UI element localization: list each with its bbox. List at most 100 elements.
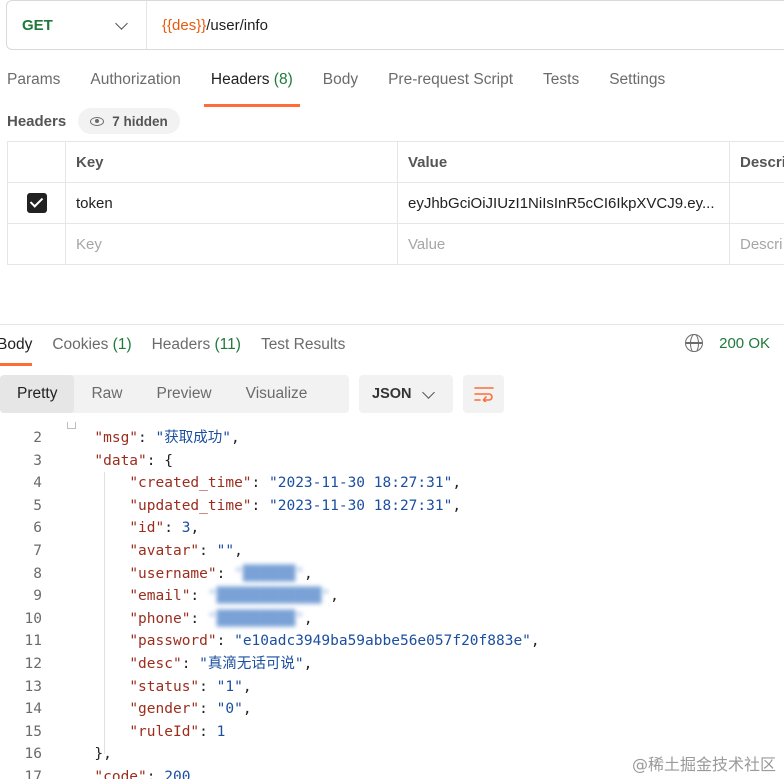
new-description-input[interactable]: Descri xyxy=(729,223,784,265)
json-key: "updated_time" xyxy=(129,497,252,514)
json-value: "获取成功" xyxy=(155,430,231,446)
value-column-header: Value xyxy=(397,141,730,183)
json-key: "username" xyxy=(129,565,217,582)
view-visualize-button[interactable]: Visualize xyxy=(229,375,325,413)
status-badge[interactable]: 200 OK xyxy=(719,335,770,352)
tab-response-headers[interactable]: Headers (11) xyxy=(152,332,241,362)
code-line: 13 "status": "1", xyxy=(0,676,252,699)
line-number: 2 xyxy=(33,430,42,446)
redacted-value: "█████████" xyxy=(207,610,304,627)
table-row: token eyJhbGciOiJIUzI1NiIsInR5cCI6IkpXVC… xyxy=(7,182,784,224)
tab-prerequest-script[interactable]: Pre-request Script xyxy=(381,64,520,102)
json-value: 200 xyxy=(164,769,191,779)
chevron-down-icon xyxy=(422,385,435,399)
enabled-checkbox[interactable] xyxy=(26,193,47,213)
tab-headers[interactable]: Headers (8) xyxy=(203,64,300,107)
header-description-cell[interactable] xyxy=(729,182,784,224)
redacted-value: "██████" xyxy=(234,565,304,582)
line-number: 17 xyxy=(24,769,42,779)
code-line: 3 "data": { xyxy=(0,450,173,473)
hidden-headers-toggle[interactable]: 7 hidden xyxy=(78,108,180,134)
code-line: 8 "username": "██████", xyxy=(0,563,312,586)
eye-icon xyxy=(90,116,105,126)
json-key: "ruleId" xyxy=(129,723,200,740)
json-key: "msg" xyxy=(94,430,139,446)
format-select[interactable]: JSON xyxy=(359,375,453,413)
view-mode-segment: Pretty Raw Preview Visualize xyxy=(0,375,349,413)
url-bar: GET {{des}}/user/info xyxy=(6,0,784,50)
tab-cookies-count: (1) xyxy=(112,336,132,353)
line-number: 3 xyxy=(33,452,42,469)
tab-cookies-label: Cookies xyxy=(52,336,109,353)
response-status: 200 OK xyxy=(685,334,770,352)
format-label: JSON xyxy=(372,386,412,402)
json-key: "id" xyxy=(129,520,165,537)
line-number: 11 xyxy=(24,633,42,650)
headers-table: Key Value Descri token eyJhbGciOiJIUzI1N… xyxy=(7,141,784,265)
json-value: 1 xyxy=(216,723,226,740)
line-number: 16 xyxy=(24,746,42,763)
watermark: @稀土掘金技术社区 xyxy=(631,755,776,774)
code-line: 16 }, xyxy=(0,743,112,766)
tab-settings[interactable]: Settings xyxy=(602,64,672,102)
json-key: "email" xyxy=(129,588,191,605)
response-divider[interactable] xyxy=(0,324,784,325)
chevron-down-icon xyxy=(115,16,128,30)
view-pretty-button[interactable]: Pretty xyxy=(0,375,75,413)
line-number: 15 xyxy=(24,723,42,740)
line-number: 9 xyxy=(33,588,42,605)
tab-headers-count: (8) xyxy=(273,71,293,88)
tab-test-results[interactable]: Test Results xyxy=(261,332,345,362)
json-key: "data" xyxy=(94,452,147,469)
code-line: 6 "id": 3, xyxy=(0,517,199,540)
headers-toolbar: Headers 7 hidden xyxy=(7,108,180,134)
request-tabs: Params Authorization Headers (8) Body Pr… xyxy=(0,64,688,107)
code-line: 11 "password": "e10adc3949ba59abbe56e057… xyxy=(0,630,540,653)
header-key-cell[interactable]: token xyxy=(65,182,398,224)
code-line: 14 "gender": "0", xyxy=(0,698,252,721)
tab-response-headers-label: Headers xyxy=(151,336,211,353)
header-value-cell[interactable]: eyJhbGciOiJIUzI1NiIsInR5cCI6IkpXVCJ9.ey.… xyxy=(397,182,730,224)
json-value: "2023-11-30 18:27:31" xyxy=(269,475,453,492)
tab-tests[interactable]: Tests xyxy=(536,64,586,102)
line-number: 14 xyxy=(24,701,42,718)
tab-authorization[interactable]: Authorization xyxy=(83,64,187,102)
response-body-viewer[interactable]: 2 "msg": "获取成功", 3 "data": { 4 "created_… xyxy=(0,422,784,779)
code-line: 4 "created_time": "2023-11-30 18:27:31", xyxy=(0,472,461,495)
line-number: 10 xyxy=(24,610,42,627)
wrap-lines-button[interactable] xyxy=(463,375,504,413)
line-number: 8 xyxy=(33,565,42,582)
code-line: 9 "email": "████████████", xyxy=(0,585,339,608)
globe-icon[interactable] xyxy=(685,334,704,352)
view-raw-button[interactable]: Raw xyxy=(74,375,139,413)
method-label: GET xyxy=(22,16,53,34)
json-key: "created_time" xyxy=(129,475,252,492)
line-number: 4 xyxy=(33,475,42,492)
view-preview-button[interactable]: Preview xyxy=(140,375,229,413)
json-value: "" xyxy=(216,543,235,559)
code-line: 2 "msg": "获取成功", xyxy=(0,427,239,450)
code-line: 5 "updated_time": "2023-11-30 18:27:31", xyxy=(0,495,461,518)
headers-title: Headers xyxy=(7,112,67,130)
url-path: /user/info xyxy=(206,16,268,34)
json-key: "password" xyxy=(129,633,217,650)
tab-body[interactable]: Body xyxy=(316,64,365,102)
table-header-row: Key Value Descri xyxy=(7,141,784,183)
method-select[interactable]: GET xyxy=(7,1,147,49)
redacted-value: "████████████" xyxy=(207,588,331,605)
tab-cookies[interactable]: Cookies (1) xyxy=(52,332,131,362)
json-key: "status" xyxy=(129,678,200,695)
new-value-input[interactable]: Value xyxy=(397,223,730,265)
hidden-headers-label: 7 hidden xyxy=(112,113,168,129)
new-key-input[interactable]: Key xyxy=(65,223,398,265)
json-key: "code" xyxy=(94,769,147,779)
tab-params[interactable]: Params xyxy=(0,64,67,102)
wrap-lines-icon xyxy=(473,387,494,402)
json-value: "真滴无话可说" xyxy=(199,656,304,672)
json-value: "0" xyxy=(216,701,243,718)
json-value: "e10adc3949ba59abbe56e057f20f883e" xyxy=(234,633,531,650)
tab-response-body[interactable]: Body xyxy=(0,332,33,366)
tab-headers-label: Headers xyxy=(210,71,270,88)
url-input[interactable]: {{des}}/user/info xyxy=(147,17,268,34)
code-line: 15 "ruleId": 1 xyxy=(0,721,226,744)
